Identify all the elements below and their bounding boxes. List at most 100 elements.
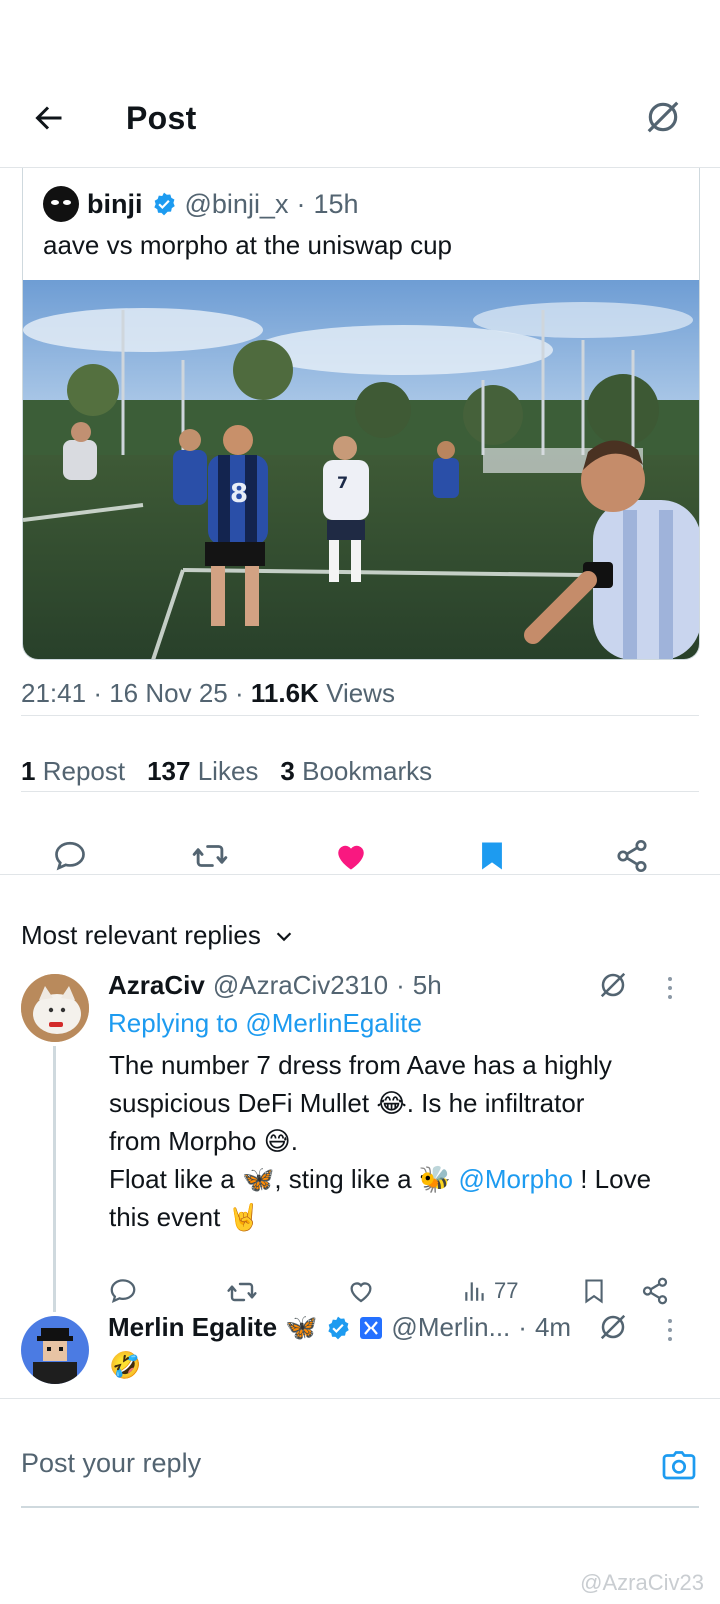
repost-icon bbox=[192, 845, 228, 867]
emoji: 🤘 bbox=[227, 1202, 260, 1232]
watermark: @AzraCiv23 bbox=[580, 1570, 704, 1595]
svg-text:8: 8 bbox=[230, 479, 248, 509]
post-meta: 21:41 · 16 Nov 25 · 11.6K Views bbox=[21, 678, 395, 709]
grok-icon[interactable] bbox=[598, 970, 628, 1000]
author-name[interactable]: binji bbox=[87, 189, 143, 220]
author-handle[interactable]: @Merlin... bbox=[391, 1312, 510, 1343]
separator-dot: · bbox=[396, 970, 405, 1000]
text-segment: . Is he infiltrator bbox=[406, 1088, 585, 1118]
views-count: 11.6K bbox=[250, 678, 319, 708]
reply-button[interactable] bbox=[108, 1276, 138, 1306]
comment-icon bbox=[110, 1279, 136, 1304]
likes-stat[interactable]: 137 Likes bbox=[147, 756, 258, 787]
text-segment: from Morpho bbox=[109, 1126, 264, 1156]
reply-header: AzraCiv @AzraCiv2310 · 5h bbox=[108, 970, 442, 1001]
like-button[interactable] bbox=[327, 832, 375, 880]
share-button[interactable] bbox=[608, 832, 656, 880]
post-action-bar bbox=[0, 812, 720, 900]
views-count: 77 bbox=[494, 1278, 519, 1303]
separator-dot: · bbox=[93, 678, 102, 708]
reply-composer[interactable]: Post your reply bbox=[21, 1424, 699, 1508]
bookmark-button[interactable] bbox=[468, 832, 516, 880]
verified-badge-icon bbox=[325, 1315, 351, 1341]
affiliate-badge-icon bbox=[359, 1316, 383, 1340]
analytics-icon bbox=[465, 1282, 484, 1301]
heart-filled-icon bbox=[338, 845, 364, 870]
reposts-label: Repost bbox=[42, 756, 126, 786]
views-label: Views bbox=[326, 678, 395, 708]
text-segment: suspicious DeFi Mullet bbox=[109, 1088, 377, 1118]
thread-line bbox=[53, 1046, 56, 1312]
more-options-icon[interactable] bbox=[662, 1316, 678, 1344]
separator-dot: · bbox=[234, 678, 244, 708]
reply-time: 5h bbox=[412, 970, 442, 1000]
back-arrow-icon[interactable] bbox=[30, 100, 66, 136]
like-button[interactable] bbox=[346, 1276, 376, 1306]
svg-text:7: 7 bbox=[337, 473, 348, 492]
more-options-icon[interactable] bbox=[662, 974, 678, 1002]
avatar[interactable] bbox=[21, 974, 89, 1042]
share-icon bbox=[617, 839, 647, 873]
quoted-post-card[interactable]: binji @binji_x · 15h aave vs morpho at t… bbox=[22, 168, 700, 660]
repost-icon bbox=[227, 1282, 257, 1302]
camera-icon[interactable] bbox=[661, 1448, 697, 1484]
avatar[interactable] bbox=[21, 1316, 89, 1384]
separator-dot: · bbox=[518, 1312, 527, 1342]
share-icon bbox=[642, 1277, 668, 1305]
grok-icon[interactable] bbox=[644, 98, 682, 136]
text-segment: Float like a bbox=[109, 1164, 242, 1194]
text-line: Float like a 🦋, sting like a 🐝 @Morpho !… bbox=[109, 1160, 699, 1198]
reply-button[interactable] bbox=[46, 832, 94, 880]
author-handle[interactable]: @AzraCiv2310 bbox=[213, 970, 388, 1001]
text-line: from Morpho 😅. bbox=[109, 1122, 699, 1160]
author-handle[interactable]: @binji_x bbox=[185, 189, 289, 220]
text-segment: ! Love bbox=[573, 1164, 652, 1194]
divider bbox=[0, 1398, 720, 1399]
text-segment: . bbox=[290, 1126, 298, 1156]
separator-dot: · bbox=[296, 188, 306, 219]
repost-button[interactable] bbox=[226, 1276, 258, 1308]
author-name[interactable]: AzraCiv bbox=[108, 970, 205, 1001]
post-photo[interactable]: 8 7 bbox=[23, 280, 699, 659]
replying-to-prefix: Replying to bbox=[108, 1008, 239, 1038]
bookmarks-stat[interactable]: 3 Bookmarks bbox=[280, 756, 432, 787]
post-time: 21:41 bbox=[21, 678, 87, 708]
views-button[interactable]: 77 bbox=[462, 1276, 518, 1306]
text-line: The number 7 dress from Aave has a highl… bbox=[109, 1050, 612, 1080]
repost-button[interactable] bbox=[186, 832, 234, 880]
text-line: this event 🤘 bbox=[109, 1198, 699, 1236]
name-emoji: 🦋 bbox=[285, 1312, 318, 1342]
text-line: suspicious DeFi Mullet 😂. Is he infiltra… bbox=[109, 1084, 699, 1122]
divider bbox=[21, 715, 699, 716]
replying-to-mention[interactable]: @MerlinEgalite bbox=[245, 1008, 422, 1038]
bookmarks-count: 3 bbox=[280, 756, 295, 786]
emoji: 🐝 bbox=[418, 1164, 452, 1194]
avatar[interactable] bbox=[43, 186, 79, 222]
bookmarks-label: Bookmarks bbox=[302, 756, 433, 786]
bookmark-button[interactable] bbox=[580, 1276, 608, 1306]
emoji: 😅 bbox=[263, 1126, 291, 1156]
text-segment: , sting like a bbox=[274, 1164, 419, 1194]
mention-link[interactable]: @Morpho bbox=[458, 1164, 573, 1194]
post-stats: 1 Repost 137 Likes 3 Bookmarks bbox=[21, 756, 432, 787]
grok-icon[interactable] bbox=[598, 1312, 628, 1342]
reply-text: 🤣 bbox=[109, 1350, 142, 1380]
quoted-post-text: aave vs morpho at the uniswap cup bbox=[43, 230, 453, 260]
reposts-stat[interactable]: 1 Repost bbox=[21, 756, 125, 787]
replying-to: Replying to @MerlinEgalite bbox=[108, 1008, 422, 1039]
quoted-post-header: binji @binji_x · 15h bbox=[43, 184, 359, 224]
bookmark-icon bbox=[585, 1279, 603, 1304]
chevron-down-icon bbox=[276, 931, 292, 941]
top-bar bbox=[0, 60, 720, 168]
reply-time: 4m bbox=[534, 1312, 572, 1342]
heart-icon bbox=[350, 1282, 372, 1303]
share-button[interactable] bbox=[640, 1276, 670, 1306]
comment-icon bbox=[55, 841, 85, 871]
author-name[interactable]: Merlin Egalite bbox=[108, 1312, 277, 1343]
emoji: 🦋 bbox=[241, 1164, 275, 1194]
likes-label: Likes bbox=[197, 756, 259, 786]
text-segment: this event bbox=[109, 1202, 228, 1232]
replies-sort-dropdown[interactable]: Most relevant replies bbox=[21, 920, 295, 951]
reply-input-placeholder[interactable]: Post your reply bbox=[21, 1448, 201, 1479]
post-time: 15h bbox=[313, 188, 359, 219]
